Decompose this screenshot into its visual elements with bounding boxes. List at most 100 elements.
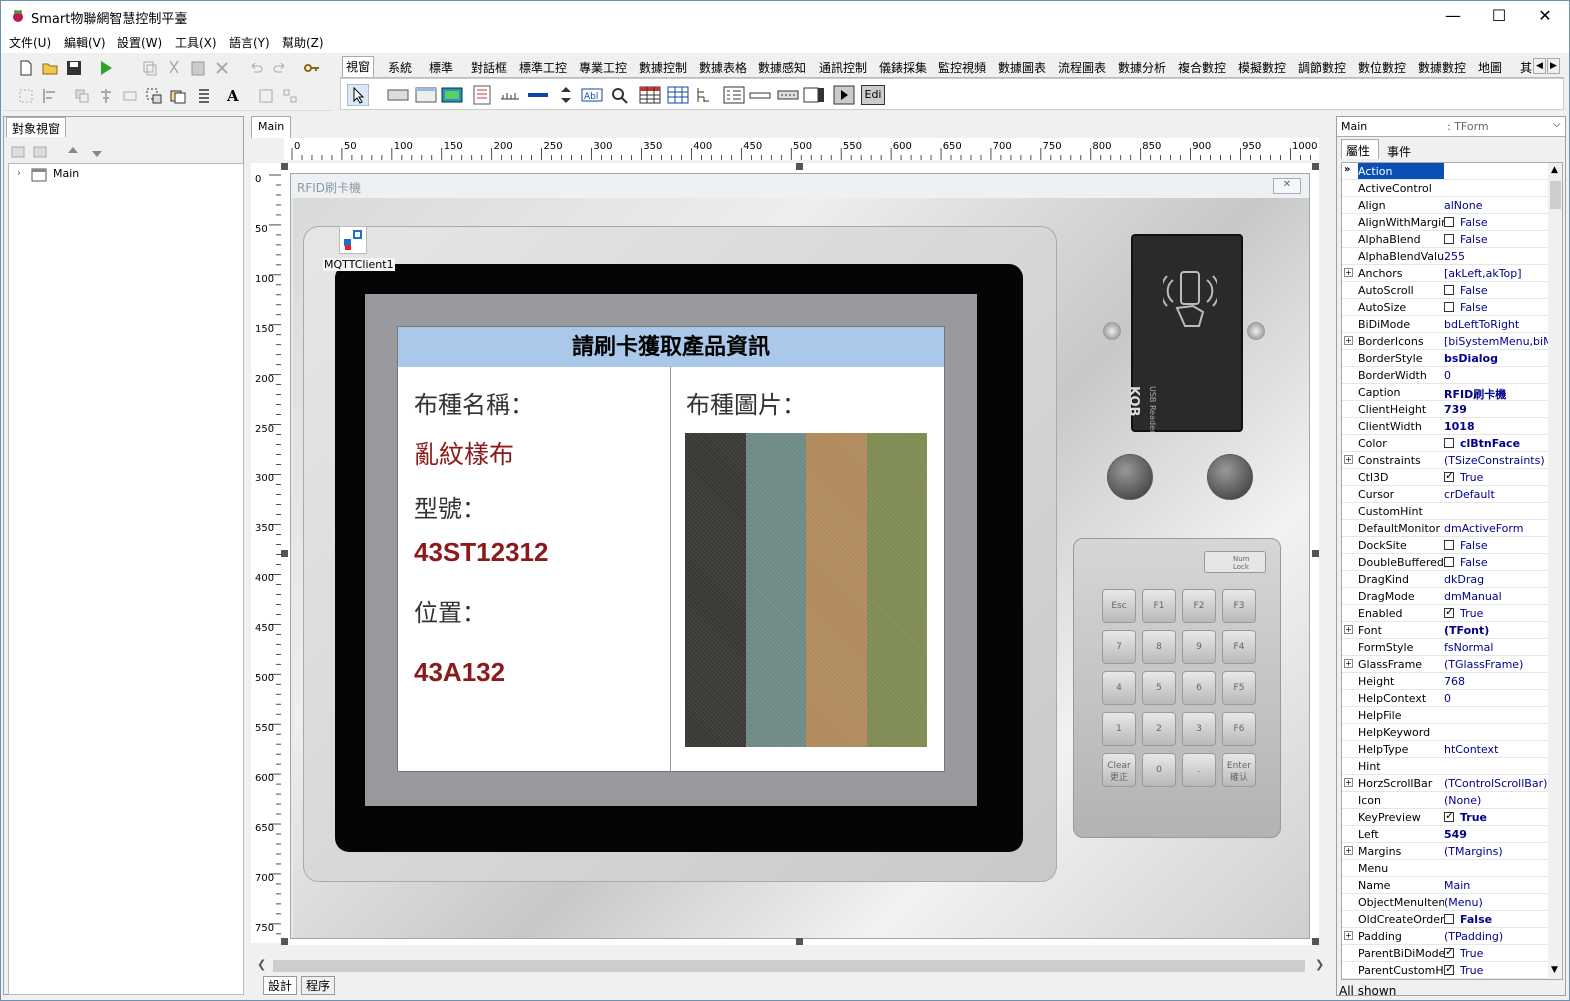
keypad-key[interactable]: .	[1182, 753, 1216, 787]
panel-icon[interactable]	[387, 85, 409, 105]
property-row[interactable]: HelpKeyword	[1342, 724, 1552, 741]
property-value[interactable]: (TSizeConstraints)	[1444, 454, 1552, 467]
property-value[interactable]: bdLeftToRight	[1444, 318, 1552, 331]
tab-flowchart[interactable]: 流程圖表	[1055, 58, 1109, 77]
property-value[interactable]: True	[1444, 811, 1552, 824]
keypad-key[interactable]: 5	[1142, 671, 1176, 705]
property-row[interactable]: + BorderIcons [biSystemMenu,biMini	[1342, 333, 1552, 350]
property-value[interactable]: htContext	[1444, 743, 1552, 756]
resize-handle-t[interactable]	[796, 163, 803, 170]
property-row[interactable]: DefaultMonitor dmActiveForm	[1342, 520, 1552, 537]
tab-dialog[interactable]: 對話框	[468, 58, 510, 77]
tab-scroll-right-icon[interactable]: ▶	[1547, 58, 1560, 74]
property-value[interactable]: (TPadding)	[1444, 930, 1552, 943]
tab-main[interactable]: Main	[251, 116, 291, 138]
arrow-down-icon[interactable]	[88, 143, 106, 161]
property-row[interactable]: + GlassFrame (TGlassFrame)	[1342, 656, 1552, 673]
property-row[interactable]: Left 549	[1342, 826, 1552, 843]
property-row[interactable]: ParentBiDiMode True	[1342, 945, 1552, 962]
property-row[interactable]: ClientWidth 1018	[1342, 418, 1552, 435]
expand-property-icon[interactable]: +	[1344, 455, 1353, 464]
close-button[interactable]: ✕	[1522, 1, 1568, 31]
property-value[interactable]: crDefault	[1444, 488, 1552, 501]
property-row[interactable]: Ctl3D True	[1342, 469, 1552, 486]
property-row[interactable]: Cursor crDefault	[1342, 486, 1552, 503]
align-center-icon[interactable]	[97, 87, 115, 105]
edit-bar-icon[interactable]	[749, 85, 771, 105]
resize-handle-tl[interactable]	[281, 163, 288, 170]
property-value[interactable]: (Menu)	[1444, 896, 1552, 909]
property-value[interactable]: (TMargins)	[1444, 845, 1552, 858]
edit-component-icon[interactable]: Edi	[861, 85, 885, 105]
keypad-key[interactable]: 2	[1142, 712, 1176, 746]
checkbox-icon[interactable]	[1444, 557, 1454, 567]
pointer-icon[interactable]	[347, 84, 369, 106]
property-value[interactable]: False	[1444, 284, 1552, 297]
property-row[interactable]: OldCreateOrder False	[1342, 911, 1552, 928]
property-value[interactable]: fsNormal	[1444, 641, 1552, 654]
property-row[interactable]: ActiveControl	[1342, 180, 1552, 197]
property-row[interactable]: HelpContext 0	[1342, 690, 1552, 707]
keypad-key[interactable]: F4	[1222, 630, 1256, 664]
expand-property-icon[interactable]: +	[1344, 268, 1353, 277]
delete-icon[interactable]	[213, 59, 231, 77]
redo-icon[interactable]	[271, 59, 289, 77]
tab-std-industrial[interactable]: 標準工控	[516, 58, 570, 77]
groupbox-icon[interactable]	[415, 85, 437, 105]
tab-regulate[interactable]: 調節數控	[1295, 58, 1349, 77]
property-row[interactable]: DockSite False	[1342, 537, 1552, 554]
property-row[interactable]: Icon (None)	[1342, 792, 1552, 809]
property-value[interactable]: RFID刷卡機	[1444, 386, 1552, 402]
save-icon[interactable]	[65, 59, 83, 77]
menu-tools[interactable]: 工具(X)	[175, 34, 217, 51]
property-row[interactable]: HelpType htContext	[1342, 741, 1552, 758]
keypad-key[interactable]: 0	[1142, 753, 1176, 787]
expand-icon[interactable]	[32, 143, 50, 161]
property-row[interactable]: KeyPreview True	[1342, 809, 1552, 826]
tab-video[interactable]: 監控視頻	[935, 58, 989, 77]
property-row[interactable]: Align alNone	[1342, 197, 1552, 214]
property-row[interactable]: + Anchors [akLeft,akTop]	[1342, 265, 1552, 282]
finder-icon[interactable]	[609, 85, 631, 105]
size-icon[interactable]	[121, 87, 139, 105]
bring-front-icon[interactable]	[73, 87, 91, 105]
checkbox-icon[interactable]	[1444, 964, 1454, 975]
media-player-icon[interactable]	[833, 85, 855, 105]
list-order-icon[interactable]	[195, 87, 213, 105]
undo-icon[interactable]	[247, 59, 265, 77]
keypad-key[interactable]: F3	[1222, 589, 1256, 623]
keypad-key[interactable]: Esc	[1102, 589, 1136, 623]
keypad-key[interactable]: 8	[1142, 630, 1176, 664]
checkbox-icon[interactable]	[1444, 471, 1454, 482]
keypad-key[interactable]: Clear 更正	[1102, 753, 1136, 787]
property-value[interactable]: True	[1444, 607, 1552, 620]
property-value[interactable]: 739	[1444, 403, 1552, 416]
property-row[interactable]: Enabled True	[1342, 605, 1552, 622]
checkbox-icon[interactable]	[1444, 811, 1454, 822]
run-icon[interactable]	[97, 59, 115, 77]
resize-handle-br[interactable]	[1312, 938, 1319, 945]
checkbox-icon[interactable]	[1444, 607, 1454, 618]
property-row[interactable]: BorderWidth 0	[1342, 367, 1552, 384]
tab-pro-industrial[interactable]: 專業工控	[576, 58, 630, 77]
label-icon[interactable]: Abl	[581, 85, 603, 105]
tab-meter[interactable]: 儀錶採集	[876, 58, 930, 77]
property-value[interactable]: [akLeft,akTop]	[1444, 267, 1552, 280]
expand-property-icon[interactable]: +	[1344, 336, 1353, 345]
property-value[interactable]: dkDrag	[1444, 573, 1552, 586]
tab-standard[interactable]: 標準	[426, 58, 456, 77]
property-value[interactable]: dmActiveForm	[1444, 522, 1552, 535]
keypad-key[interactable]: F1	[1142, 589, 1176, 623]
tab-system[interactable]: 系統	[385, 58, 415, 77]
property-row[interactable]: Name Main	[1342, 877, 1552, 894]
tab-compound[interactable]: 複合數控	[1175, 58, 1229, 77]
property-value[interactable]: (TGlassFrame)	[1444, 658, 1552, 671]
property-value[interactable]: (None)	[1444, 794, 1552, 807]
updown-icon[interactable]	[555, 85, 577, 105]
menu-file[interactable]: 文件(U)	[9, 34, 51, 51]
paste-icon[interactable]	[189, 59, 207, 77]
property-row[interactable]: Height 768	[1342, 673, 1552, 690]
property-value[interactable]: False	[1444, 301, 1552, 314]
tree-item-main[interactable]: Main	[53, 167, 79, 180]
property-row[interactable]: BorderStyle bsDialog	[1342, 350, 1552, 367]
